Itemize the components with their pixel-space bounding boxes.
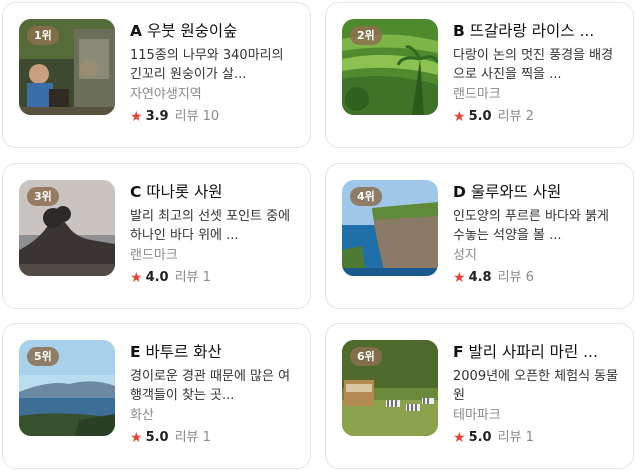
star-icon: ★ — [130, 109, 143, 125]
review-label: 리뷰 — [497, 270, 522, 285]
volcano-lake-photo[interactable]: 5위 — [19, 340, 115, 436]
rating-score: 4.0 — [145, 270, 169, 285]
rank-badge: 6위 — [350, 347, 382, 367]
attraction-description: 2009년에 오픈한 체험식 동물원 — [453, 369, 619, 403]
rating-score: 4.8 — [468, 270, 492, 285]
rating-row: ★ 4.0 리뷰 1 — [130, 269, 296, 287]
card-info: F 발리 사파리 마린 ... 2009년에 오픈한 체험식 동물원 테마파크 … — [453, 338, 619, 447]
sea-temple-photo[interactable]: 3위 — [19, 180, 115, 276]
attraction-category: 자연야생지역 — [130, 87, 202, 102]
attraction-letter: F — [453, 343, 464, 361]
review-count: 1 — [202, 430, 211, 445]
attraction-description: 인도양의 푸르른 바다와 붉게 수놓는 석양을 볼 ... — [453, 209, 609, 243]
review-count: 1 — [525, 430, 534, 445]
attraction-letter: E — [130, 343, 141, 361]
attraction-card[interactable]: 5위 E 바투르 화산 경이로운 경관 때문에 많은 여행객들이 찾는 곳...… — [2, 323, 311, 469]
attraction-title[interactable]: A 우붓 원숭이숲 — [130, 20, 296, 42]
attraction-card[interactable]: 6위 F 발리 사파리 마린 ... 2009년에 오픈한 체험식 동물원 테마… — [325, 323, 634, 469]
review-label: 리뷰 — [174, 109, 199, 124]
attraction-title[interactable]: D 울루와뜨 사원 — [453, 181, 619, 203]
rating-row: ★ 3.9 리뷰 10 — [130, 108, 296, 126]
rating-score: 5.0 — [468, 430, 492, 445]
review-label: 리뷰 — [497, 109, 522, 124]
attraction-category: 랜드마크 — [130, 248, 178, 263]
card-info: A 우붓 원숭이숲 115종의 나무와 340마리의 긴꼬리 원숭이가 살...… — [130, 17, 296, 126]
rice-terrace-photo[interactable]: 2위 — [342, 19, 438, 115]
rank-badge: 3위 — [27, 187, 59, 207]
attraction-card[interactable]: 1위 A 우붓 원숭이숲 115종의 나무와 340마리의 긴꼬리 원숭이가 살… — [2, 2, 311, 148]
rating-score: 3.9 — [145, 109, 169, 124]
review-label: 리뷰 — [497, 430, 522, 445]
rating-score: 5.0 — [145, 430, 169, 445]
attraction-grid: 1위 A 우붓 원숭이숲 115종의 나무와 340마리의 긴꼬리 원숭이가 살… — [0, 0, 635, 470]
review-label: 리뷰 — [174, 430, 199, 445]
card-info: B 뜨갈라랑 라이스 ... 다랑이 논의 멋진 풍경을 배경으로 사진을 찍을… — [453, 17, 619, 126]
review-count: 10 — [202, 109, 220, 124]
attraction-card[interactable]: 3위 C 따나롯 사원 발리 최고의 선셋 포인트 중에 하나인 바다 위에 .… — [2, 163, 311, 309]
attraction-description: 경이로운 경관 때문에 많은 여행객들이 찾는 곳... — [130, 369, 291, 403]
rating-score: 5.0 — [468, 109, 492, 124]
attraction-card[interactable]: 2위 B 뜨갈라랑 라이스 ... 다랑이 논의 멋진 풍경을 배경으로 사진을… — [325, 2, 634, 148]
rating-row: ★ 5.0 리뷰 1 — [453, 429, 619, 447]
star-icon: ★ — [130, 270, 143, 286]
attraction-description: 115종의 나무와 340마리의 긴꼬리 원숭이가 살... — [130, 48, 284, 82]
star-icon: ★ — [453, 109, 466, 125]
rating-row: ★ 5.0 리뷰 2 — [453, 108, 619, 126]
attraction-name: 뜨갈라랑 라이스 ... — [469, 22, 595, 40]
rank-badge: 5위 — [27, 347, 59, 367]
review-count: 6 — [525, 270, 534, 285]
rank-badge: 2위 — [350, 26, 382, 46]
attraction-letter: B — [453, 22, 465, 40]
rating-row: ★ 4.8 리뷰 6 — [453, 269, 619, 287]
card-info: C 따나롯 사원 발리 최고의 선셋 포인트 중에 하나인 바다 위에 ... … — [130, 178, 296, 287]
attraction-name: 울루와뜨 사원 — [470, 183, 562, 201]
card-info: E 바투르 화산 경이로운 경관 때문에 많은 여행객들이 찾는 곳... 화산… — [130, 338, 296, 447]
attraction-description: 발리 최고의 선셋 포인트 중에 하나인 바다 위에 ... — [130, 209, 291, 243]
attraction-letter: A — [130, 22, 142, 40]
attraction-letter: C — [130, 183, 142, 201]
attraction-name: 바투르 화산 — [145, 343, 222, 361]
review-count: 1 — [202, 270, 211, 285]
safari-zebra-photo[interactable]: 6위 — [342, 340, 438, 436]
star-icon: ★ — [453, 270, 466, 286]
attraction-card[interactable]: 4위 D 울루와뜨 사원 인도양의 푸르른 바다와 붉게 수놓는 석양을 볼 .… — [325, 163, 634, 309]
attraction-category: 테마파크 — [453, 408, 501, 423]
attraction-category: 화산 — [130, 408, 154, 423]
rank-badge: 1위 — [27, 26, 59, 46]
cliff-temple-photo[interactable]: 4위 — [342, 180, 438, 276]
attraction-letter: D — [453, 183, 466, 201]
monkey-forest-photo[interactable]: 1위 — [19, 19, 115, 115]
attraction-title[interactable]: F 발리 사파리 마린 ... — [453, 341, 619, 363]
review-label: 리뷰 — [174, 270, 199, 285]
rank-badge: 4위 — [350, 187, 382, 207]
review-count: 2 — [525, 109, 534, 124]
attraction-category: 랜드마크 — [453, 87, 501, 102]
star-icon: ★ — [453, 430, 466, 446]
star-icon: ★ — [130, 430, 143, 446]
attraction-name: 따나롯 사원 — [146, 183, 223, 201]
attraction-title[interactable]: B 뜨갈라랑 라이스 ... — [453, 20, 619, 42]
attraction-title[interactable]: C 따나롯 사원 — [130, 181, 296, 203]
card-info: D 울루와뜨 사원 인도양의 푸르른 바다와 붉게 수놓는 석양을 볼 ... … — [453, 178, 619, 287]
rating-row: ★ 5.0 리뷰 1 — [130, 429, 296, 447]
attraction-description: 다랑이 논의 멋진 풍경을 배경으로 사진을 찍을 ... — [453, 48, 614, 82]
attraction-name: 우붓 원숭이숲 — [146, 22, 238, 40]
attraction-title[interactable]: E 바투르 화산 — [130, 341, 296, 363]
attraction-name: 발리 사파리 마린 ... — [468, 343, 598, 361]
attraction-category: 성지 — [453, 248, 477, 263]
